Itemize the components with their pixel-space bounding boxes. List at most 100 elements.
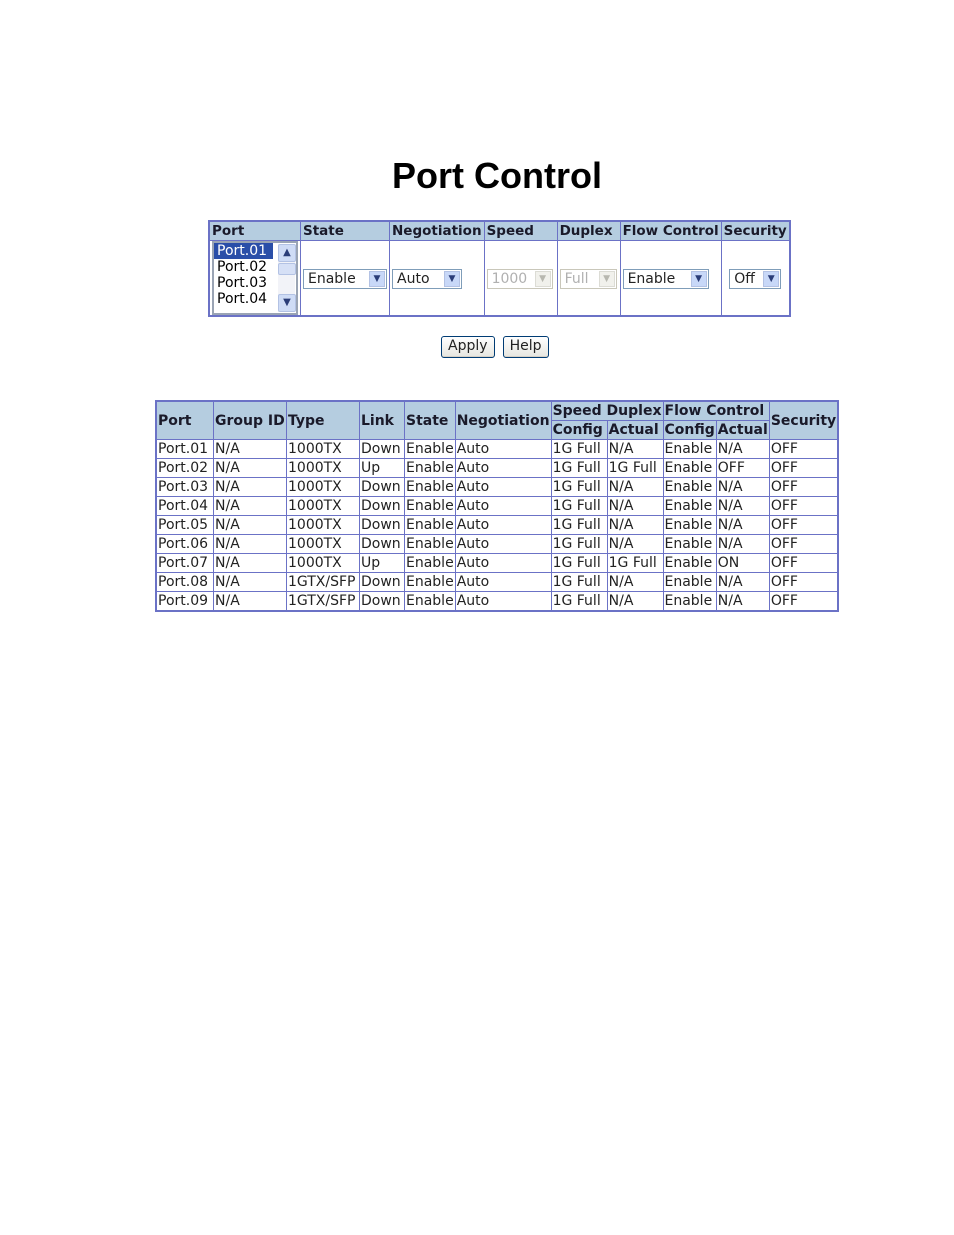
flow-control-cell: Enable ▼ bbox=[619, 240, 722, 317]
header-port: Port bbox=[208, 220, 301, 241]
negotiation-select[interactable]: Auto ▼ bbox=[392, 268, 462, 289]
cell-flow-control-actual: N/A bbox=[715, 591, 770, 612]
cell-link: Down bbox=[359, 496, 405, 516]
cell-port: Port.04 bbox=[155, 496, 214, 516]
page-title: Port Control bbox=[392, 155, 602, 196]
cell-negotiation: Auto bbox=[454, 534, 552, 554]
port-option[interactable]: Port.02 bbox=[214, 259, 273, 275]
table-row: Port.01 N/A 1000TX Down Enable Auto 1G Full N/A… bbox=[155, 439, 839, 459]
cell-link: Down bbox=[359, 477, 405, 497]
cell-link: Down bbox=[359, 439, 405, 459]
cell-type: 1000TX bbox=[286, 477, 360, 497]
chevron-down-icon: ▼ bbox=[598, 270, 615, 287]
cell-group-id: N/A bbox=[213, 572, 287, 592]
port-option[interactable]: Port.01 bbox=[214, 243, 273, 259]
port-listbox[interactable]: Port.01 Port.02 Port.03 Port.04 ▲ ▼ bbox=[212, 241, 298, 315]
cell-speed-duplex-config: 1G Full bbox=[550, 477, 608, 497]
col-group-id: Group ID bbox=[213, 400, 287, 440]
header-negotiation: Negotiation bbox=[389, 220, 485, 241]
state-cell: Enable ▼ bbox=[300, 240, 390, 317]
status-table-body: Port.01 N/A 1000TX Down Enable Auto 1G Full N/A… bbox=[155, 439, 839, 612]
cell-speed-duplex-actual: N/A bbox=[606, 515, 664, 535]
col-port: Port bbox=[155, 400, 214, 440]
cell-port: Port.02 bbox=[155, 458, 214, 478]
scroll-down-icon[interactable]: ▼ bbox=[278, 294, 296, 312]
cell-speed-duplex-actual: 1G Full bbox=[606, 458, 664, 478]
flow-control-select[interactable]: Enable ▼ bbox=[622, 268, 709, 289]
col-speed-duplex-config: Config bbox=[550, 420, 608, 440]
cell-negotiation: Auto bbox=[454, 515, 552, 535]
cell-speed-duplex-config: 1G Full bbox=[550, 534, 608, 554]
header-flow-control: Flow Control bbox=[619, 220, 722, 241]
cell-flow-control-actual: N/A bbox=[715, 439, 770, 459]
header-security: Security bbox=[720, 220, 791, 241]
cell-group-id: N/A bbox=[213, 496, 287, 516]
cell-type: 1000TX bbox=[286, 439, 360, 459]
header-state: State bbox=[300, 220, 390, 241]
cell-type: 1000TX bbox=[286, 553, 360, 573]
cell-flow-control-actual: OFF bbox=[715, 458, 770, 478]
chevron-down-icon: ▼ bbox=[690, 270, 707, 287]
cell-port: Port.03 bbox=[155, 477, 214, 497]
cell-state: Enable bbox=[404, 496, 456, 516]
cell-negotiation: Auto bbox=[454, 553, 552, 573]
cell-port: Port.08 bbox=[155, 572, 214, 592]
header-duplex: Duplex bbox=[556, 220, 621, 241]
cell-security: OFF bbox=[768, 439, 839, 459]
port-option[interactable]: Port.04 bbox=[214, 291, 273, 307]
cell-port: Port.01 bbox=[155, 439, 214, 459]
cell-speed-duplex-actual: N/A bbox=[606, 534, 664, 554]
cell-speed-duplex-actual: N/A bbox=[606, 572, 664, 592]
cell-negotiation: Auto bbox=[454, 477, 552, 497]
cell-flow-control-config: Enable bbox=[662, 591, 717, 612]
cell-type: 1000TX bbox=[286, 496, 360, 516]
cell-negotiation: Auto bbox=[454, 572, 552, 592]
cell-group-id: N/A bbox=[213, 458, 287, 478]
scroll-up-icon[interactable]: ▲ bbox=[278, 244, 296, 262]
cell-speed-duplex-config: 1G Full bbox=[550, 553, 608, 573]
cell-link: Down bbox=[359, 572, 405, 592]
speed-select[interactable]: 1000 ▼ bbox=[486, 268, 553, 289]
cell-state: Enable bbox=[404, 591, 456, 612]
security-select[interactable]: Off ▼ bbox=[729, 268, 782, 289]
cell-flow-control-actual: N/A bbox=[715, 534, 770, 554]
duplex-select[interactable]: Full ▼ bbox=[559, 268, 617, 289]
help-button[interactable]: Help bbox=[502, 336, 549, 358]
table-row: Port.06 N/A 1000TX Down Enable Auto 1G Full N/A… bbox=[155, 534, 839, 554]
cell-security: OFF bbox=[768, 477, 839, 497]
negotiation-value: Auto bbox=[397, 270, 430, 287]
cell-flow-control-config: Enable bbox=[662, 439, 717, 459]
cell-speed-duplex-config: 1G Full bbox=[550, 591, 608, 612]
apply-button[interactable]: Apply bbox=[441, 336, 495, 358]
cell-group-id: N/A bbox=[213, 534, 287, 554]
col-flow-control-actual: Actual bbox=[715, 420, 770, 440]
cell-flow-control-actual: N/A bbox=[715, 572, 770, 592]
port-config-form: Port State Negotiation Speed Duplex Flow… bbox=[208, 220, 791, 317]
cell-link: Up bbox=[359, 553, 405, 573]
cell-speed-duplex-actual: N/A bbox=[606, 439, 664, 459]
cell-flow-control-actual: N/A bbox=[715, 477, 770, 497]
cell-security: OFF bbox=[768, 572, 839, 592]
scroll-thumb[interactable] bbox=[278, 263, 296, 275]
table-row: Port.02 N/A 1000TX Up Enable Auto 1G Full 1G Fu… bbox=[155, 458, 839, 478]
port-option[interactable]: Port.03 bbox=[214, 275, 273, 291]
cell-flow-control-config: Enable bbox=[662, 534, 717, 554]
state-select[interactable]: Enable ▼ bbox=[303, 268, 387, 289]
security-cell: Off ▼ bbox=[720, 240, 791, 317]
col-flow-control: Flow Control bbox=[662, 400, 770, 421]
cell-link: Down bbox=[359, 515, 405, 535]
cell-negotiation: Auto bbox=[454, 458, 552, 478]
listbox-scrollbar[interactable]: ▲ ▼ bbox=[278, 244, 296, 312]
cell-state: Enable bbox=[404, 553, 456, 573]
cell-group-id: N/A bbox=[213, 515, 287, 535]
cell-link: Down bbox=[359, 591, 405, 612]
cell-negotiation: Auto bbox=[454, 591, 552, 612]
cell-negotiation: Auto bbox=[454, 496, 552, 516]
cell-speed-duplex-actual: N/A bbox=[606, 591, 664, 612]
cell-state: Enable bbox=[404, 534, 456, 554]
col-speed-duplex-actual: Actual bbox=[606, 420, 664, 440]
cell-flow-control-actual: N/A bbox=[715, 515, 770, 535]
duplex-value: Full bbox=[564, 270, 589, 287]
cell-speed-duplex-actual: N/A bbox=[606, 477, 664, 497]
table-row: Port.03 N/A 1000TX Down Enable Auto 1G Full N/A… bbox=[155, 477, 839, 497]
